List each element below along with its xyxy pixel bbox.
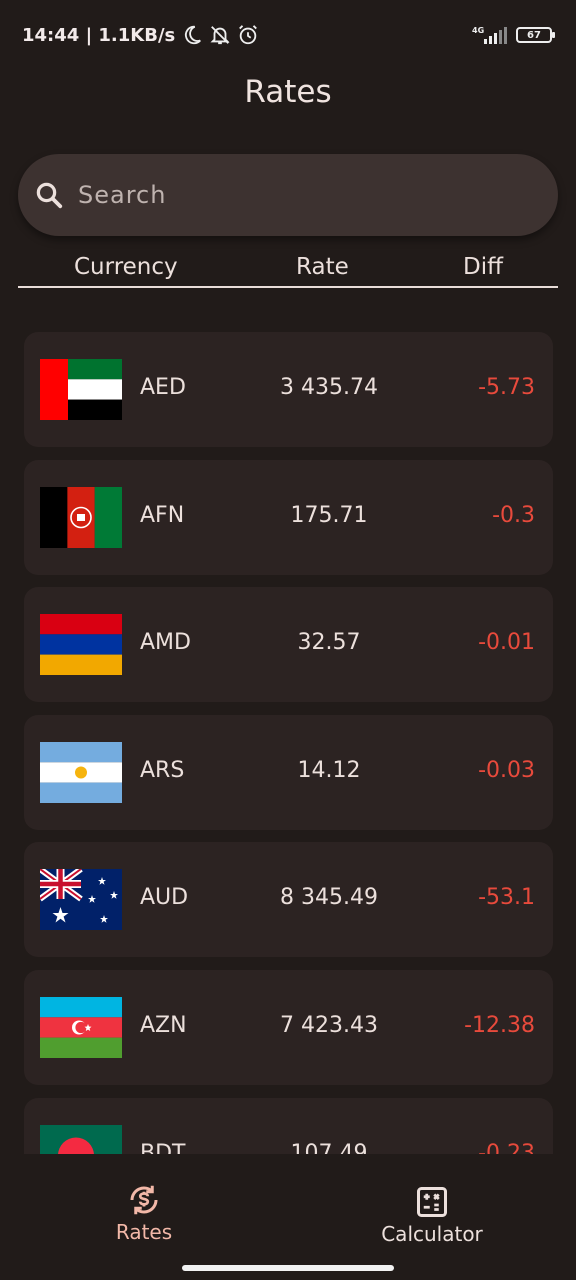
currency-code: AFN: [140, 502, 185, 528]
alarm-icon: [239, 25, 258, 45]
flag-azerbaijan-icon: [40, 996, 122, 1058]
flag-armenia-icon: [40, 614, 122, 676]
currency-code: AED: [140, 375, 186, 400]
currency-rate: 3 435.74: [280, 375, 378, 400]
search-icon: [36, 182, 63, 209]
table-header: Currency Rate Diff: [18, 252, 558, 288]
currency-rate: 32.57: [297, 630, 361, 656]
currency-rate: 7 423.43: [280, 1012, 378, 1038]
currency-code: ARS: [140, 757, 185, 783]
flag-uae-icon: [40, 359, 122, 420]
currency-diff: -0.23: [478, 1140, 535, 1154]
currency-diff: -12.38: [464, 1012, 535, 1038]
flag-bangladesh-icon: [40, 1124, 122, 1154]
rate-row-afn[interactable]: AFN 175.71 -0.3: [24, 459, 553, 575]
flag-afghanistan-icon: [40, 486, 122, 548]
currency-diff: -0.3: [492, 502, 535, 528]
currency-exchange-icon: [130, 1185, 158, 1215]
nav-rates[interactable]: Rates: [0, 1154, 288, 1256]
header-currency: Currency: [74, 254, 178, 280]
currency-code: AUD: [140, 885, 189, 911]
status-bar: 14:44 | 1.1KB/s 4G 67: [0, 0, 576, 70]
nav-calculator-label: Calculator: [381, 1222, 483, 1246]
currency-rate: 8 345.49: [280, 885, 378, 911]
currency-code: AZN: [140, 1012, 187, 1038]
network-type: 4G: [472, 26, 484, 35]
flag-argentina-icon: [40, 741, 122, 803]
rate-row-azn[interactable]: AZN 7 423.43 -12.38: [24, 969, 553, 1085]
currency-rate: 107.49: [290, 1140, 368, 1154]
currency-code: AMD: [140, 630, 191, 656]
currency-diff: -0.01: [478, 630, 535, 656]
currency-diff: -53.1: [478, 885, 535, 911]
rate-row-amd[interactable]: AMD 32.57 -0.01: [24, 587, 553, 703]
currency-code: BDT: [140, 1140, 186, 1154]
nav-calculator[interactable]: Calculator: [288, 1154, 576, 1256]
search-input[interactable]: [78, 181, 498, 209]
search-bar[interactable]: [18, 154, 558, 236]
currency-rate: 14.12: [297, 757, 361, 783]
signal-icon: 4G: [472, 26, 507, 44]
battery-icon: 67: [516, 27, 555, 43]
status-time: 14:44 | 1.1KB/s: [22, 24, 176, 46]
currency-diff: -0.03: [478, 757, 535, 783]
rate-row-aed[interactable]: AED 3 435.74 -5.73: [24, 332, 553, 447]
bottom-navigation: Rates Calculator: [0, 1154, 576, 1256]
header-rate: Rate: [296, 254, 349, 280]
home-indicator[interactable]: [182, 1265, 394, 1271]
page-title: Rates: [244, 74, 332, 110]
currency-diff: -5.73: [478, 375, 535, 400]
rate-row-aud[interactable]: AUD 8 345.49 -53.1: [24, 842, 553, 958]
battery-level: 67: [527, 29, 541, 41]
bell-off-icon: [210, 26, 230, 45]
currency-rate: 175.71: [290, 502, 368, 528]
calculator-icon: [417, 1187, 447, 1217]
rate-row-ars[interactable]: ARS 14.12 -0.03: [24, 714, 553, 830]
rate-row-bdt[interactable]: BDT 107.49 -0.23: [24, 1097, 553, 1154]
nav-rates-label: Rates: [115, 1220, 173, 1244]
flag-australia-icon: [40, 869, 122, 931]
moon-icon: [185, 25, 202, 45]
rates-list[interactable]: AED 3 435.74 -5.73 AFN 175.71 -0.3 AMD 3…: [24, 332, 553, 1154]
header-diff: Diff: [463, 254, 503, 280]
